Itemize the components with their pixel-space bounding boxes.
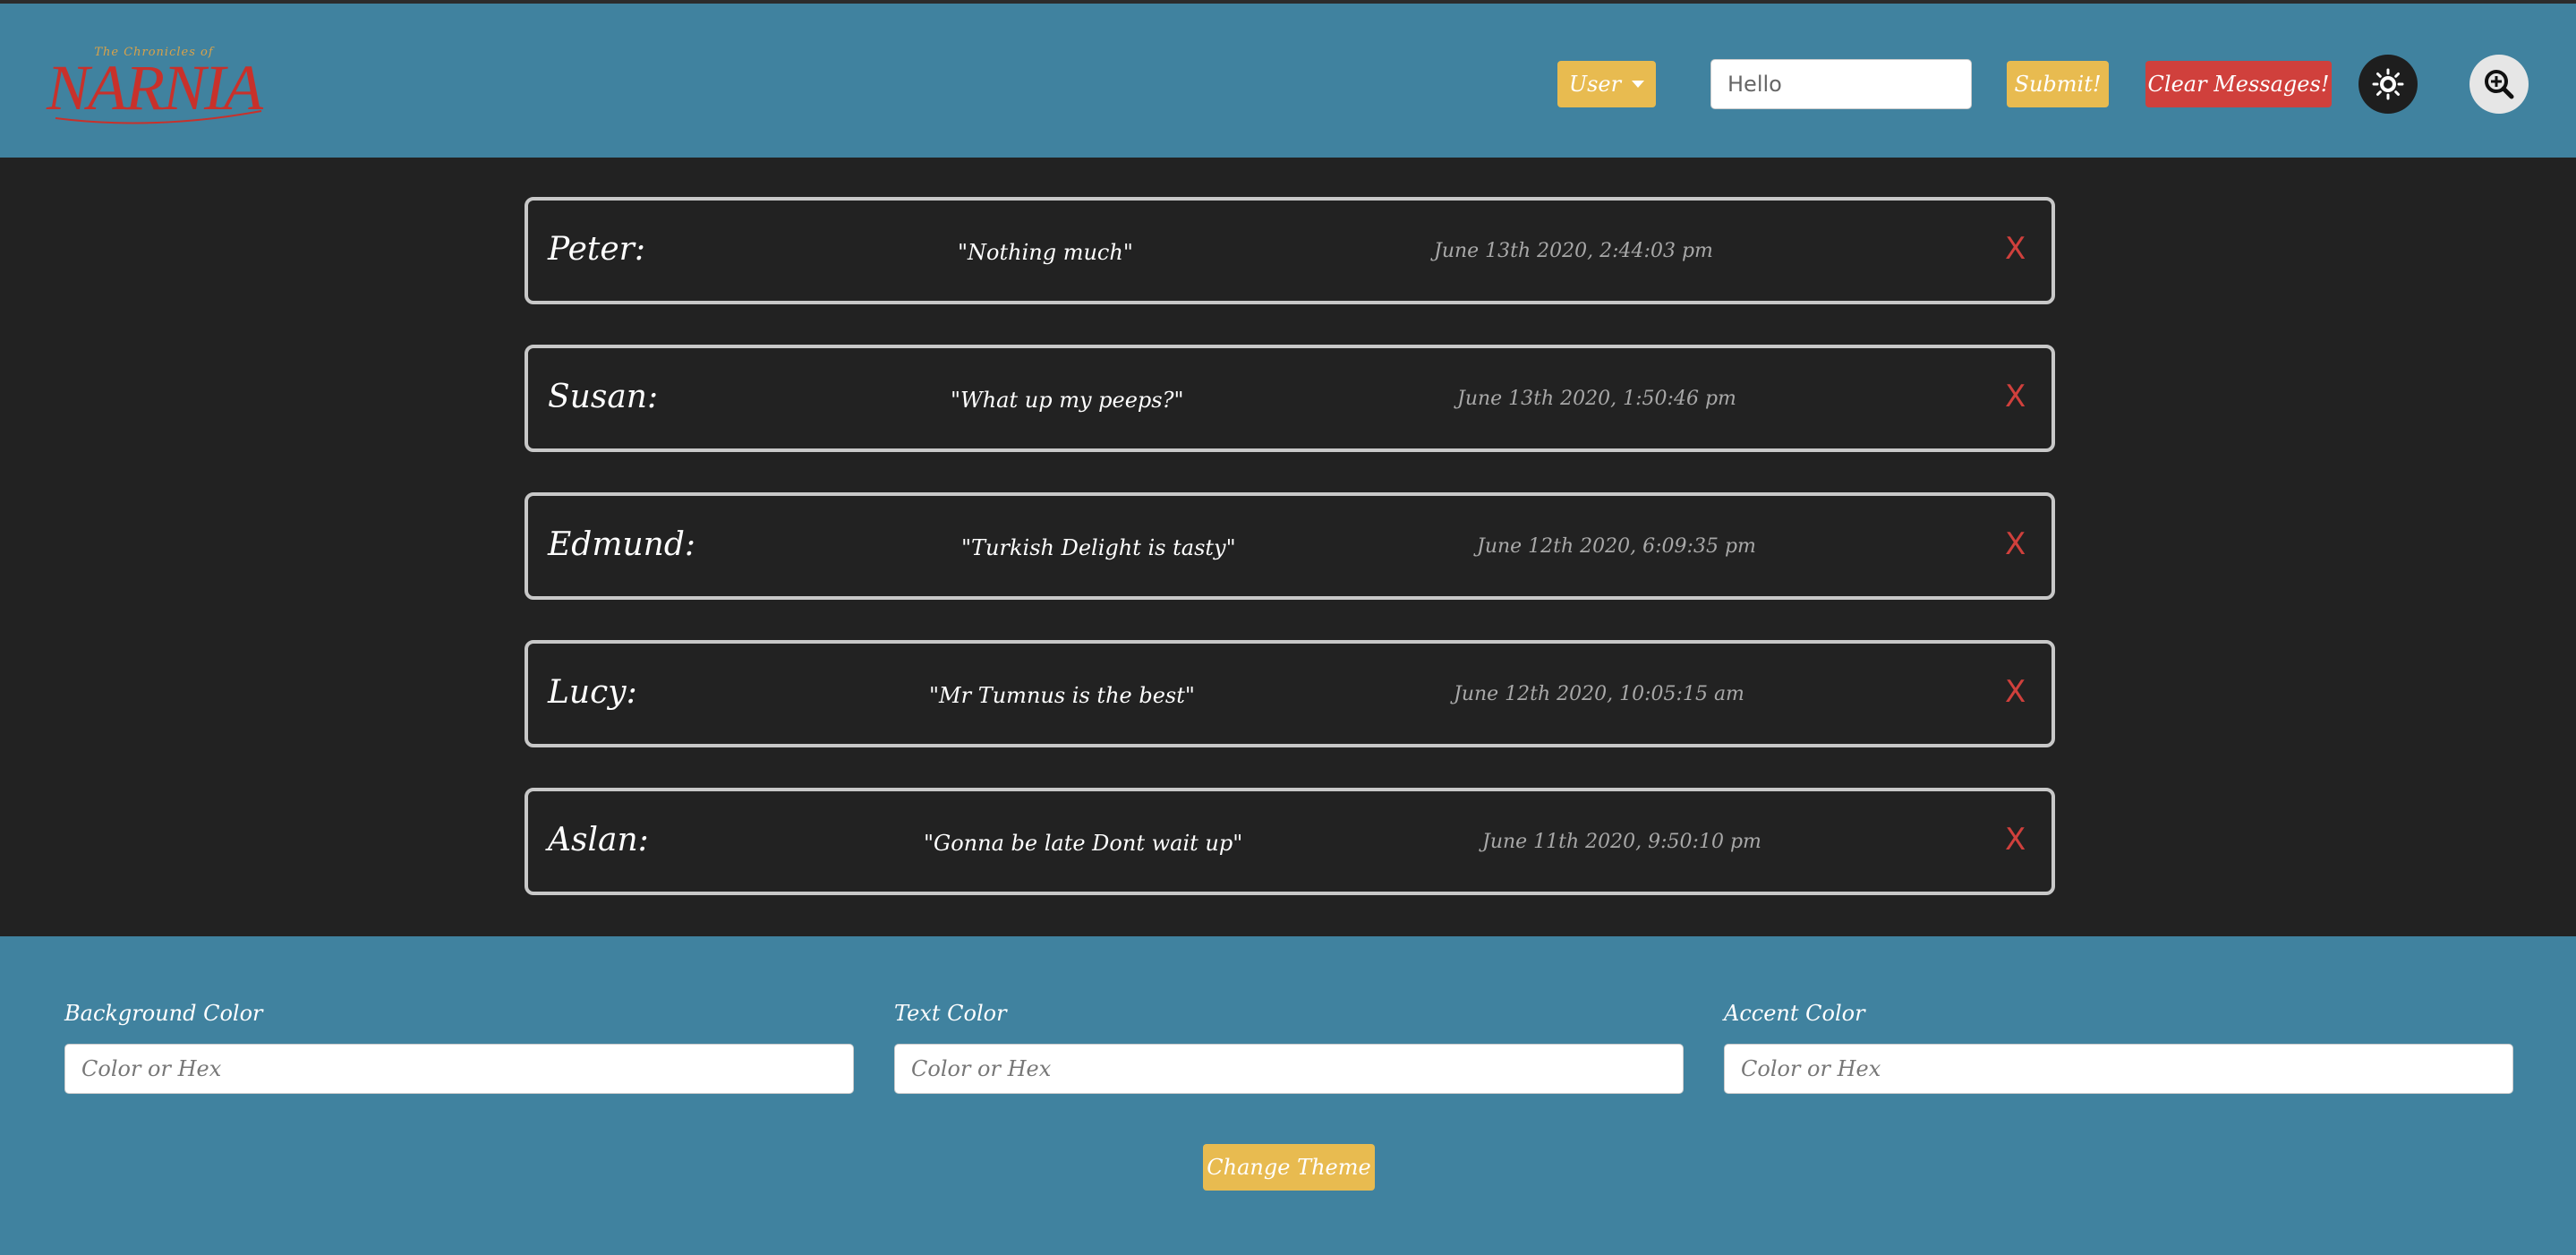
zoom-button[interactable] — [2469, 55, 2529, 114]
delete-message-button[interactable]: X — [2005, 822, 2026, 858]
background-color-label: Background Color — [64, 1001, 263, 1026]
caret-down-icon — [1632, 81, 1645, 88]
message-card: Edmund: "Turkish Delight is tasty" June … — [525, 492, 2055, 600]
user-button-label: User — [1568, 72, 1622, 97]
narnia-logo[interactable]: The Chronicles of NARNIA — [20, 39, 288, 129]
message-text: "Turkish Delight is tasty" — [961, 535, 1236, 560]
delete-message-button[interactable]: X — [2005, 379, 2026, 414]
message-card: Lucy: "Mr Tumnus is the best" June 12th … — [525, 640, 2055, 747]
message-text: "Nothing much" — [958, 240, 1133, 265]
user-dropdown-button[interactable]: User — [1557, 61, 1656, 107]
message-author: Aslan: — [548, 822, 649, 858]
narnia-logo-image: The Chronicles of NARNIA — [46, 46, 266, 124]
message-author: Peter: — [548, 231, 646, 268]
message-card: Aslan: "Gonna be late Dont wait up" June… — [525, 788, 2055, 895]
change-theme-button[interactable]: Change Theme — [1203, 1144, 1375, 1191]
message-timestamp: June 13th 2020, 2:44:03 pm — [1434, 240, 1713, 262]
text-color-input[interactable] — [894, 1044, 1684, 1094]
submit-button[interactable]: Submit! — [2007, 61, 2109, 107]
accent-color-input[interactable] — [1724, 1044, 2513, 1094]
message-author: Edmund: — [548, 526, 696, 563]
message-timestamp: June 11th 2020, 9:50:10 pm — [1482, 831, 1761, 853]
message-author: Lucy: — [548, 674, 637, 711]
clear-messages-button[interactable]: Clear Messages! — [2145, 61, 2332, 107]
text-color-label: Text Color — [894, 1001, 1007, 1026]
message-timestamp: June 13th 2020, 1:50:46 pm — [1457, 388, 1736, 410]
delete-message-button[interactable]: X — [2005, 526, 2026, 562]
message-text: "Gonna be late Dont wait up" — [924, 831, 1243, 856]
navbar: The Chronicles of NARNIA User Submit! Cl… — [0, 4, 2576, 158]
message-text: "What up my peeps?" — [951, 388, 1184, 413]
sun-icon — [2372, 68, 2404, 100]
accent-color-label: Accent Color — [1724, 1001, 1865, 1026]
message-timestamp: June 12th 2020, 6:09:35 pm — [1477, 535, 1756, 558]
message-input[interactable] — [1710, 59, 1972, 109]
background-color-input[interactable] — [64, 1044, 854, 1094]
delete-message-button[interactable]: X — [2005, 231, 2026, 267]
message-text: "Mr Tumnus is the best" — [929, 683, 1195, 708]
message-author: Susan: — [548, 379, 659, 415]
theme-settings: Background Color Text Color Accent Color… — [0, 936, 2576, 1255]
message-card: Susan: "What up my peeps?" June 13th 202… — [525, 345, 2055, 452]
theme-toggle-button[interactable] — [2358, 55, 2418, 114]
message-card: Peter: "Nothing much" June 13th 2020, 2:… — [525, 197, 2055, 304]
message-list: Peter: "Nothing much" June 13th 2020, 2:… — [0, 158, 2576, 936]
zoom-in-icon — [2485, 70, 2514, 99]
svg-text:NARNIA: NARNIA — [46, 52, 264, 124]
message-timestamp: June 12th 2020, 10:05:15 am — [1454, 683, 1744, 705]
delete-message-button[interactable]: X — [2005, 674, 2026, 710]
